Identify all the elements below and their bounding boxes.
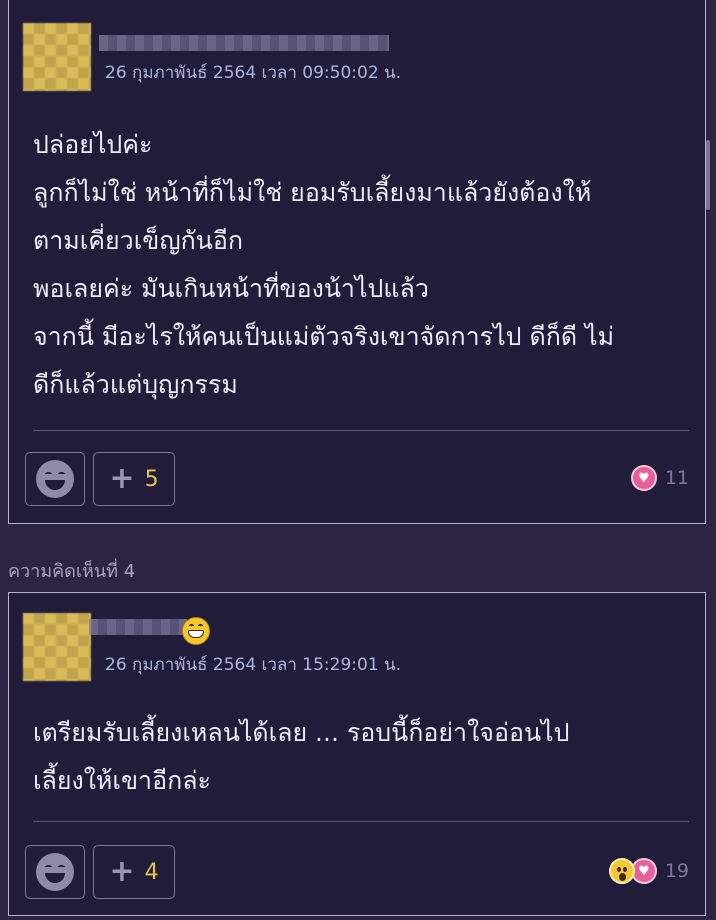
reaction-summary[interactable]: ♥ 19 [608, 858, 689, 884]
comment-line: เลี้ยงให้เขาอีกล่ะ [33, 766, 211, 795]
emoji-reaction-button[interactable] [25, 452, 85, 506]
comment-line: ตามเคี่ยวเข็ญกันอีก [33, 226, 244, 255]
plus-icon: + [109, 854, 135, 889]
divider [33, 430, 689, 431]
vote-plus-button[interactable]: + 4 [93, 845, 175, 899]
reaction-count: 11 [664, 467, 689, 489]
vote-plus-button[interactable]: + 5 [93, 452, 175, 506]
wow-icon [608, 858, 635, 884]
comment-line: เตรียมรับเลี้ยงเหลนได้เลย ... รอบนี้ก็อย… [33, 718, 570, 747]
username-redacted[interactable] [89, 619, 187, 635]
comment-card: 26 กุมภาพันธ์ 2564 เวลา 09:50:02 น. ปล่อ… [8, 0, 706, 524]
grin-emoji-icon [182, 617, 210, 645]
comment-date: 26 กุมภาพันธ์ 2564 เวลา 09:50:02 น. [105, 63, 402, 83]
comment-line: ปล่อยไปค่ะ [33, 130, 153, 159]
comment-line: ดีก็แล้วแต่บุญกรรม [33, 370, 238, 399]
comment-line: จากนี้ มีอะไรให้คนเป็นแม่ตัวจริงเขาจัดกา… [33, 322, 615, 351]
comment-number-label: ความคิดเห็นที่ 4 [8, 561, 136, 582]
smiley-icon [36, 460, 74, 498]
plus-icon: + [109, 461, 135, 496]
reaction-summary[interactable]: ♥ 11 [630, 465, 689, 491]
divider [33, 821, 689, 822]
comment-body: เตรียมรับเลี้ยงเหลนได้เลย ... รอบนี้ก็อย… [33, 709, 570, 805]
avatar[interactable] [23, 23, 91, 91]
vote-count: 5 [144, 466, 159, 492]
reaction-count: 19 [664, 860, 689, 882]
smiley-icon [36, 853, 74, 891]
scrollbar[interactable] [706, 140, 710, 210]
vote-count: 4 [144, 859, 159, 885]
comment-line: ลูกก็ไม่ใช่ หน้าที่ก็ไม่ใช่ ยอมรับเลี้ยง… [33, 178, 592, 207]
emoji-reaction-button[interactable] [25, 845, 85, 899]
username-redacted[interactable] [99, 35, 389, 51]
avatar[interactable] [23, 613, 91, 681]
comment-card: 26 กุมภาพันธ์ 2564 เวลา 15:29:01 น. เตรี… [8, 592, 706, 916]
comment-date: 26 กุมภาพันธ์ 2564 เวลา 15:29:01 น. [105, 655, 402, 675]
comment-line: พอเลยค่ะ มันเกินหน้าที่ของน้าไปแล้ว [33, 274, 429, 303]
heart-icon: ♥ [630, 465, 657, 491]
comment-body: ปล่อยไปค่ะ ลูกก็ไม่ใช่ หน้าที่ก็ไม่ใช่ ย… [33, 121, 614, 409]
